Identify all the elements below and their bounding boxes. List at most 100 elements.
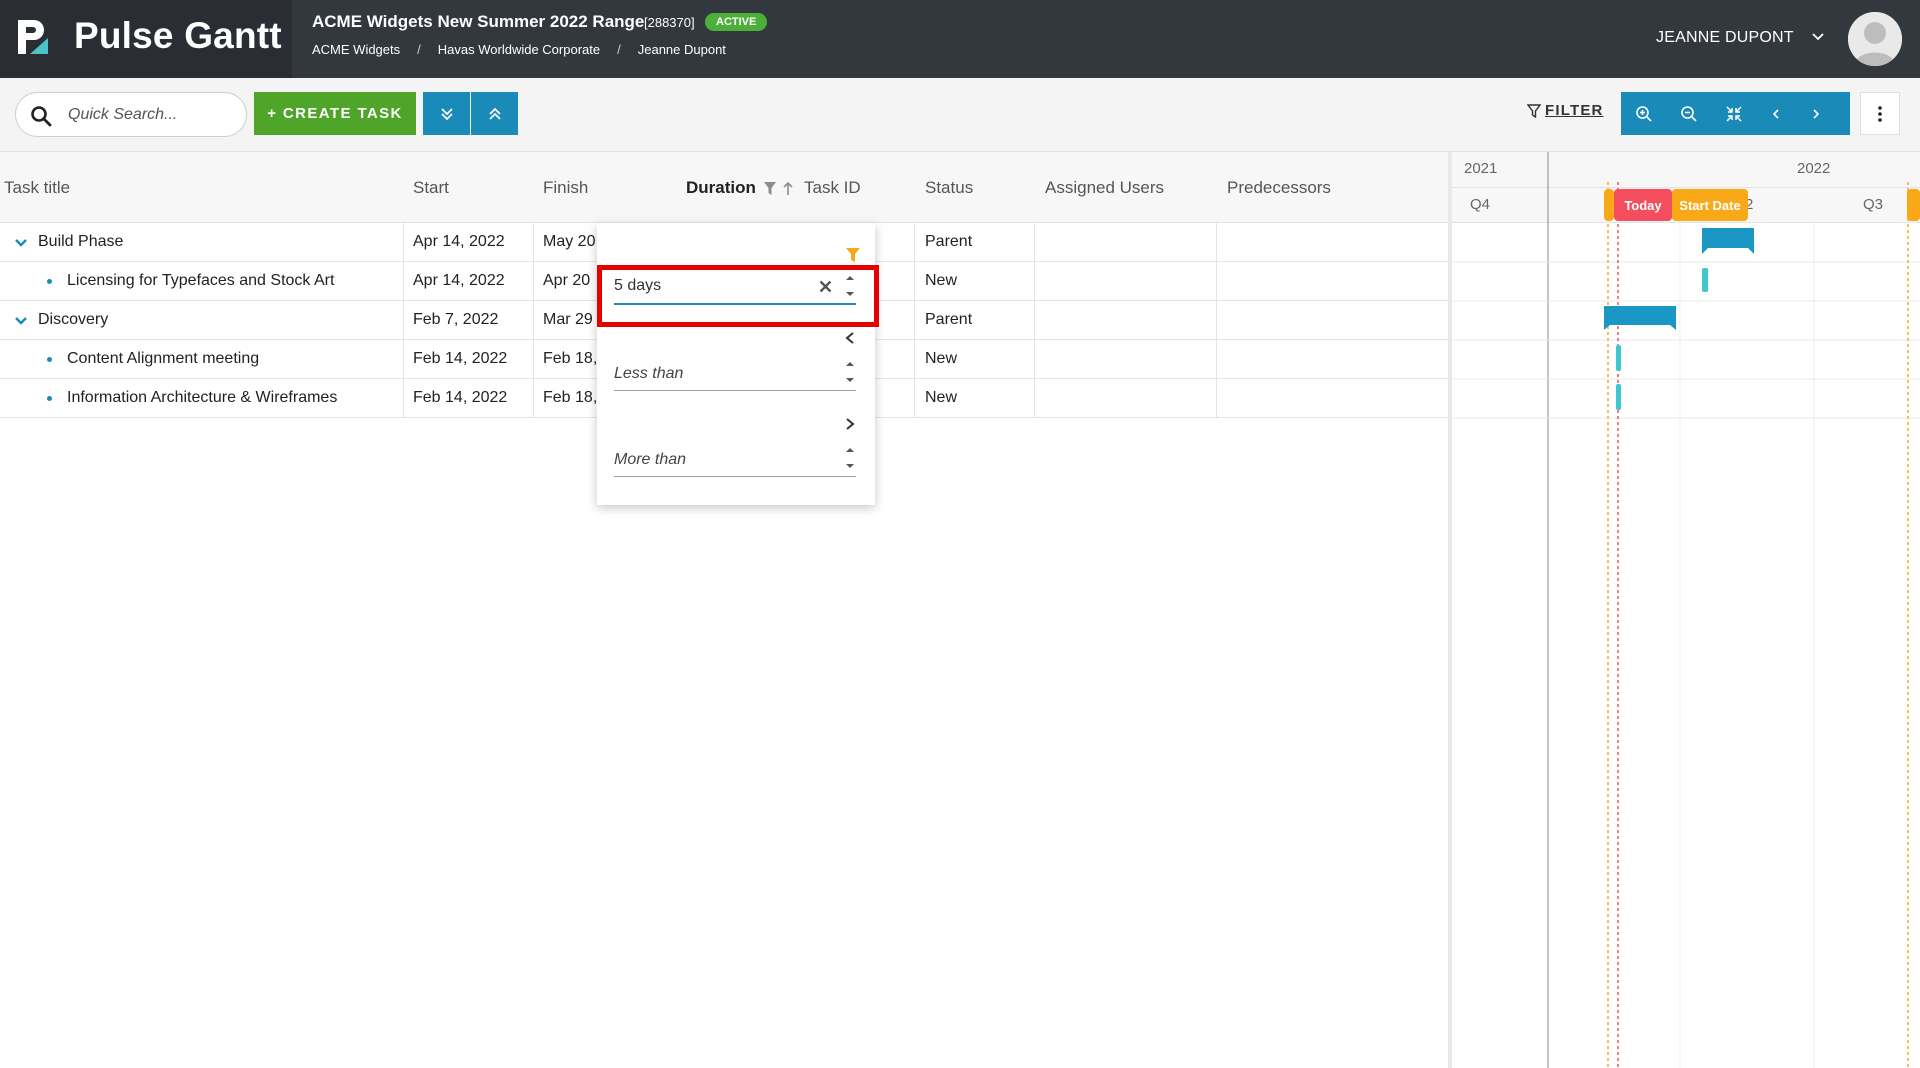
column-header-predecessors[interactable]: Predecessors (1227, 178, 1331, 198)
gantt-bar-content-alignment (1616, 345, 1621, 371)
grid-header: Task title Start Finish Duration Task ID… (0, 152, 1448, 223)
zoom-controls (1621, 92, 1850, 135)
breadcrumb-separator: / (417, 42, 421, 57)
column-header-assigned-users[interactable]: Assigned Users (1045, 178, 1164, 198)
more-than-placeholder: More than (614, 451, 687, 468)
less-than-placeholder: Less than (614, 365, 684, 382)
task-finish: Feb 18, (543, 389, 598, 406)
collapse-all-button[interactable] (471, 92, 518, 135)
filter-button[interactable]: FILTER (1527, 102, 1604, 119)
more-options-button[interactable] (1860, 92, 1900, 135)
app-name: Pulse Gantt (74, 15, 282, 56)
task-start: Apr 14, 2022 (413, 272, 505, 289)
task-status: New (925, 272, 958, 289)
end-date-marker (1907, 189, 1920, 221)
task-title[interactable]: Information Architecture & Wireframes (67, 389, 337, 407)
status-badge: ACTIVE (705, 13, 768, 31)
task-start: Feb 14, 2022 (413, 389, 508, 406)
zoom-out-icon (1680, 105, 1697, 122)
column-header-finish[interactable]: Finish (543, 178, 588, 198)
zoom-out-button[interactable] (1666, 92, 1711, 135)
avatar[interactable] (1848, 12, 1902, 66)
column-divider (914, 223, 915, 417)
today-marker: Today (1614, 189, 1672, 221)
gantt-bar-information-architecture (1616, 384, 1621, 410)
toolbar: + CREATE TASK FILTER (0, 78, 1920, 152)
gantt-chart (1452, 152, 1920, 1068)
chevron-double-down-icon (440, 107, 453, 120)
search-icon (31, 106, 52, 127)
column-header-status[interactable]: Status (925, 178, 973, 198)
sort-ascending-icon[interactable] (782, 181, 794, 196)
column-header-start[interactable]: Start (413, 178, 449, 198)
scroll-left-button[interactable] (1756, 92, 1796, 135)
column-divider (1216, 223, 1217, 417)
chevron-down-icon[interactable] (14, 237, 28, 249)
chevron-right-icon (1813, 108, 1820, 119)
task-start: Apr 14, 2022 (413, 233, 505, 250)
user-menu[interactable]: JEANNE DUPONT (1656, 29, 1794, 47)
duration-more-than-field[interactable]: More than (614, 439, 856, 477)
app-logo[interactable]: Pulse Gantt (0, 0, 292, 78)
breadcrumb-client[interactable]: ACME Widgets (312, 42, 400, 57)
chevron-left-icon (1772, 108, 1779, 119)
task-title[interactable]: Build Phase (38, 233, 123, 251)
zoom-in-icon (1635, 105, 1652, 122)
user-silhouette-icon (1848, 12, 1902, 66)
zoom-to-fit-button[interactable] (1711, 92, 1756, 135)
bullet-icon (47, 396, 52, 401)
gantt-bar-discovery (1604, 306, 1676, 330)
task-finish: Feb 18, (543, 350, 598, 367)
search-input[interactable] (68, 103, 238, 127)
task-title[interactable]: Discovery (38, 311, 108, 329)
task-start: Feb 14, 2022 (413, 350, 508, 367)
create-task-button[interactable]: + CREATE TASK (254, 92, 416, 135)
task-finish: Apr 20 (543, 272, 591, 289)
chevron-down-icon[interactable] (14, 315, 28, 327)
kebab-menu-icon (1878, 105, 1882, 122)
breadcrumb-separator: / (617, 42, 621, 57)
task-title[interactable]: Content Alignment meeting (67, 350, 259, 368)
duration-less-than-field[interactable]: Less than (614, 353, 856, 391)
compress-icon (1725, 105, 1742, 122)
task-status: Parent (925, 233, 973, 250)
pulse-logo-icon (18, 20, 48, 54)
breadcrumb-agency[interactable]: Havas Worldwide Corporate (438, 42, 600, 57)
highlight-box (597, 265, 879, 327)
breadcrumb-owner[interactable]: Jeanne Dupont (638, 42, 726, 57)
scroll-right-button[interactable] (1796, 92, 1836, 135)
zoom-in-button[interactable] (1621, 92, 1666, 135)
start-date-marker: Start Date (1672, 189, 1748, 221)
breadcrumb: ACME Widgets / Havas Worldwide Corporate… (312, 42, 726, 57)
column-filter-icon[interactable] (763, 181, 777, 196)
app-header: Pulse Gantt ACME Widgets New Summer 2022… (0, 0, 1920, 78)
filter-icon (1527, 103, 1541, 118)
task-status: New (925, 350, 958, 367)
chevron-double-up-icon (488, 107, 501, 120)
project-id: [288370] (644, 15, 695, 30)
column-header-task-id[interactable]: Task ID (804, 178, 861, 198)
task-status: Parent (925, 311, 973, 328)
project-start-marker (1604, 189, 1614, 221)
expand-all-button[interactable] (423, 92, 470, 135)
task-status: New (925, 389, 958, 406)
stepper-icon[interactable] (844, 357, 856, 387)
bullet-icon (47, 279, 52, 284)
less-than-icon (845, 332, 854, 344)
bullet-icon (47, 357, 52, 362)
filter-label: FILTER (1545, 102, 1604, 119)
task-title[interactable]: Licensing for Typefaces and Stock Art (67, 272, 334, 290)
column-header-task-title[interactable]: Task title (4, 178, 70, 198)
task-finish: Mar 29 (543, 311, 593, 328)
column-divider (533, 223, 534, 417)
column-divider (1034, 223, 1035, 417)
task-start: Feb 7, 2022 (413, 311, 499, 328)
gantt-bar-licensing (1702, 268, 1708, 292)
project-title: ACME Widgets New Summer 2022 Range (312, 12, 645, 31)
task-finish: May 20 (543, 233, 596, 250)
chevron-down-icon[interactable] (1811, 30, 1825, 44)
stepper-icon[interactable] (844, 443, 856, 473)
filter-active-icon (846, 248, 860, 262)
column-header-duration[interactable]: Duration (686, 178, 756, 198)
gantt-bar-build-phase (1702, 228, 1754, 254)
